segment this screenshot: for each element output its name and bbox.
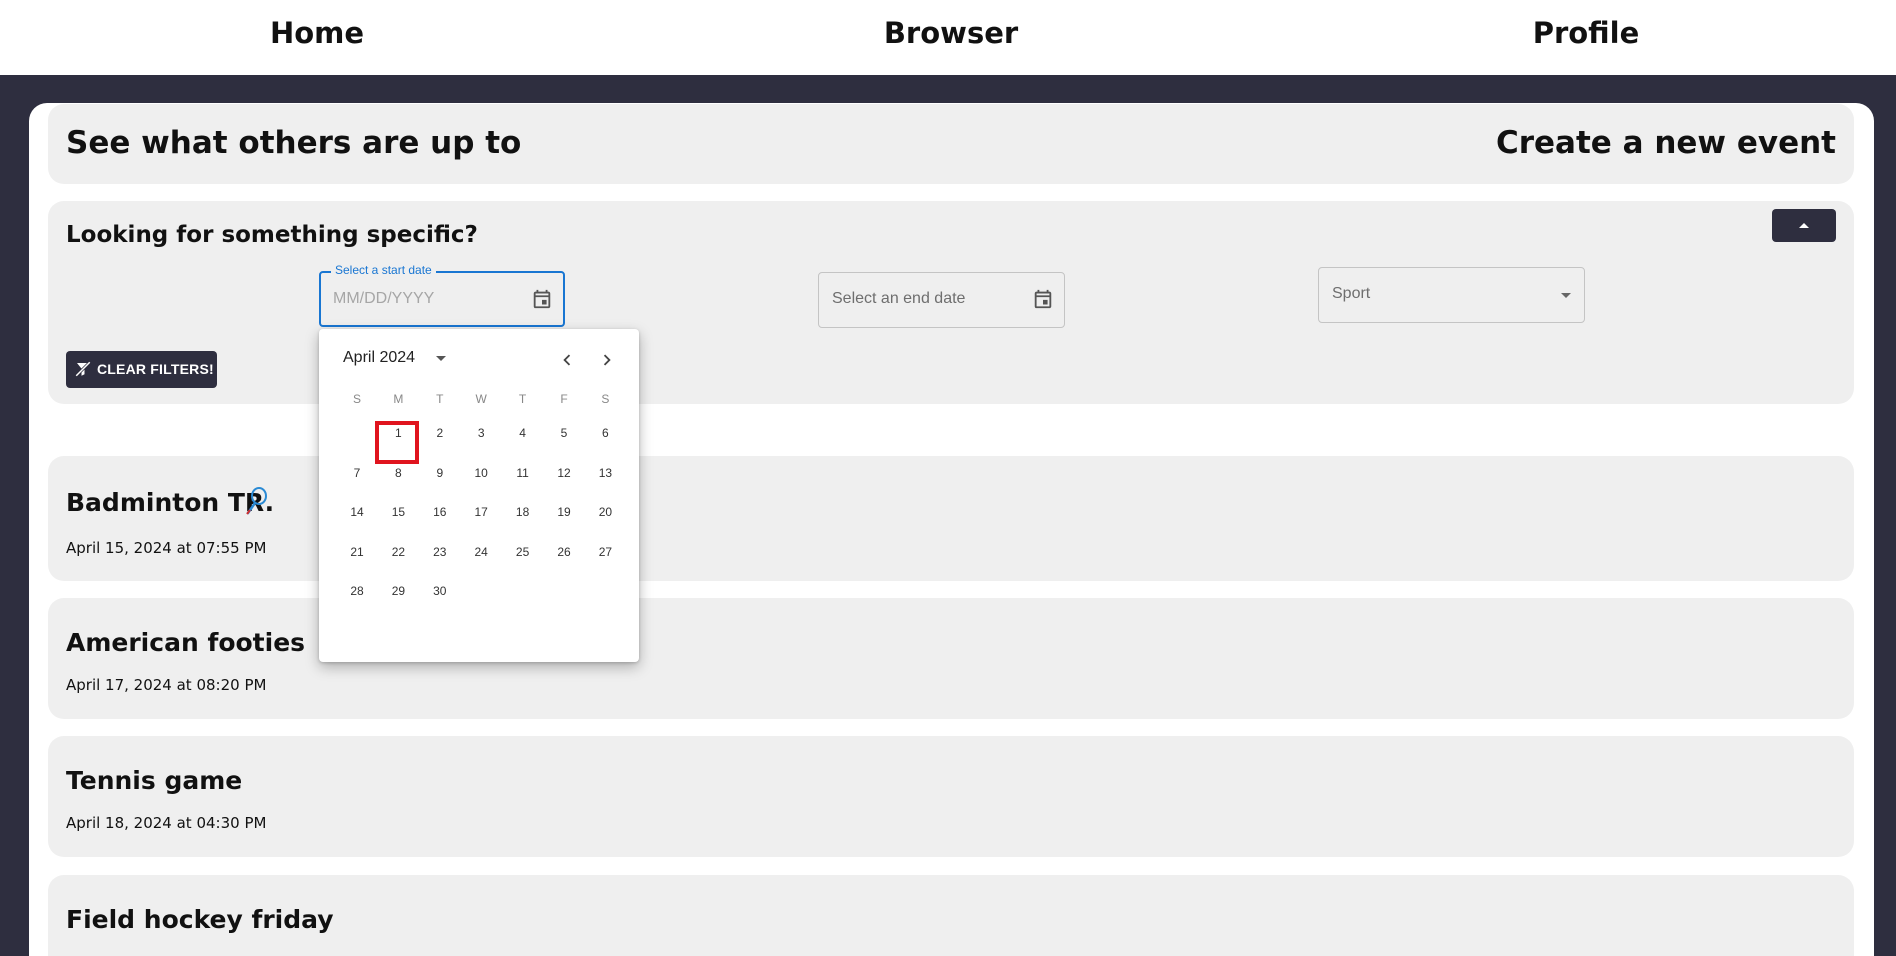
calendar-day[interactable]: 20 — [587, 494, 623, 530]
event-title: American footies — [66, 628, 306, 657]
calendar-day[interactable]: 17 — [463, 494, 499, 530]
weekday-header: S — [352, 392, 361, 406]
calendar-day[interactable]: 8 — [380, 455, 416, 491]
month-year-label[interactable]: April 2024 — [343, 349, 415, 367]
event-date: April 15, 2024 at 07:55 PM — [66, 539, 267, 557]
calendar-day[interactable]: 29 — [380, 573, 416, 609]
event-date: April 17, 2024 at 08:20 PM — [66, 676, 267, 694]
previous-month-icon[interactable] — [556, 349, 578, 371]
calendar-day[interactable]: 6 — [587, 415, 623, 451]
weekday-header: T — [518, 392, 527, 406]
calendar-day[interactable]: 19 — [546, 494, 582, 530]
header-panel: See what others are up to Create a new e… — [48, 104, 1854, 184]
nav-browser-link[interactable]: Browser — [884, 16, 1018, 50]
nav-profile-link[interactable]: Profile — [1533, 16, 1640, 50]
weekday-header: M — [393, 392, 404, 406]
collapse-filters-button[interactable] — [1772, 209, 1836, 242]
month-dropdown-icon[interactable] — [436, 356, 446, 361]
calendar-day[interactable]: 28 — [339, 573, 375, 609]
end-date-input[interactable]: Select an end date — [832, 290, 965, 308]
event-card[interactable]: Field hockey friday — [48, 875, 1854, 956]
weekday-header: T — [436, 392, 444, 406]
calendar-day[interactable]: 5 — [546, 415, 582, 451]
calendar-day[interactable]: 9 — [422, 455, 458, 491]
event-card[interactable]: Tennis game April 18, 2024 at 04:30 PM — [48, 736, 1854, 857]
calendar-day[interactable]: 21 — [339, 534, 375, 570]
weekday-header: W — [475, 392, 487, 406]
calendar-day[interactable]: 7 — [339, 455, 375, 491]
calendar-day[interactable]: 3 — [463, 415, 499, 451]
calendar-day[interactable]: 23 — [422, 534, 458, 570]
chevron-down-icon — [1561, 293, 1571, 298]
calendar-day[interactable]: 13 — [587, 455, 623, 491]
calendar-day[interactable]: 11 — [505, 455, 541, 491]
calendar-day[interactable]: 1 — [380, 415, 416, 451]
start-date-field[interactable]: Select a start date MM/DD/YYYY — [319, 263, 565, 327]
event-title: Tennis game — [66, 766, 243, 795]
calendar-day[interactable]: 18 — [505, 494, 541, 530]
calendar-icon[interactable] — [531, 288, 553, 310]
start-date-label: Select a start date — [331, 263, 436, 277]
event-title: Field hockey friday — [66, 905, 334, 934]
sport-select-value: Sport — [1332, 285, 1371, 302]
start-date-input[interactable]: MM/DD/YYYY — [333, 290, 434, 308]
calendar-day[interactable]: 26 — [546, 534, 582, 570]
calendar-day[interactable]: 10 — [463, 455, 499, 491]
top-navigation: Home Browser Profile — [0, 0, 1896, 75]
calendar-day[interactable]: 4 — [505, 415, 541, 451]
calendar-icon[interactable] — [1032, 288, 1054, 310]
calendar-day[interactable]: 30 — [422, 573, 458, 609]
create-event-link[interactable]: Create a new event — [1496, 125, 1836, 161]
calendar-day[interactable]: 14 — [339, 494, 375, 530]
event-date: April 18, 2024 at 04:30 PM — [66, 814, 267, 832]
calendar-day[interactable]: 15 — [380, 494, 416, 530]
date-picker-popup: April 2024 S M T W T F S 1 2 3 4 5 6 7 8 9 10 11 12 13 14 15 1… — [319, 329, 639, 662]
next-month-icon[interactable] — [596, 349, 618, 371]
end-date-field[interactable]: Select an end date — [818, 272, 1065, 328]
clear-filters-button[interactable]: CLEAR FILTERS! — [66, 351, 217, 388]
weekday-header: S — [601, 392, 610, 406]
chevron-up-icon — [1799, 223, 1809, 228]
calendar-day[interactable]: 2 — [422, 415, 458, 451]
calendar-day[interactable]: 12 — [546, 455, 582, 491]
clear-filters-label: CLEAR FILTERS! — [97, 361, 214, 377]
weekday-header: F — [560, 392, 568, 406]
calendar-day[interactable]: 16 — [422, 494, 458, 530]
page-title: See what others are up to — [66, 125, 522, 161]
nav-home-link[interactable]: Home — [270, 16, 364, 50]
calendar-day[interactable]: 27 — [587, 534, 623, 570]
calendar-day[interactable]: 25 — [505, 534, 541, 570]
badminton-racket-icon — [246, 487, 267, 515]
calendar-day[interactable]: 22 — [380, 534, 416, 570]
sport-select[interactable]: Sport — [1318, 267, 1585, 323]
filter-off-icon — [75, 361, 91, 377]
calendar-day[interactable]: 24 — [463, 534, 499, 570]
filter-title: Looking for something specific? — [66, 222, 478, 248]
